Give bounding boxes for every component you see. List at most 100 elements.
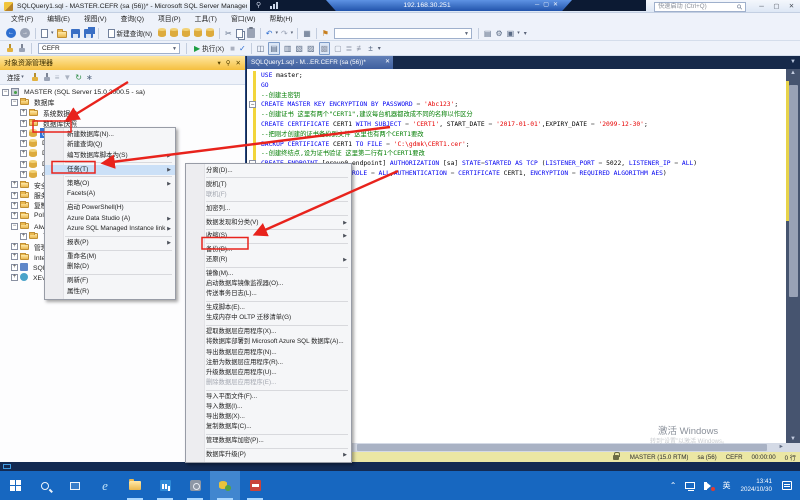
script-icon[interactable]: ∗ — [86, 72, 93, 83]
xmla-query-icon[interactable] — [206, 29, 214, 37]
tree-expander-icon[interactable]: − — [11, 99, 18, 106]
menu-item-新建数据库N[interactable]: 新建数据库(N)... — [45, 130, 175, 140]
tree-expander-icon[interactable]: + — [20, 233, 27, 240]
menu-F[interactable]: 文件(F) — [4, 13, 40, 26]
menu-T[interactable]: 工具(T) — [188, 13, 224, 26]
parse-icon[interactable]: ✓ — [239, 43, 246, 54]
menu-item-数据库升级P[interactable]: 数据库升级(P)▶ — [186, 450, 351, 460]
paste-icon[interactable] — [247, 28, 255, 38]
dropdown-caret-icon[interactable]: ▾ — [291, 30, 294, 36]
menu-item-启动PowerShellH[interactable]: 启动 PowerShell(H) — [45, 203, 175, 213]
menu-item-导入平面文件F[interactable]: 导入平面文件(F)... — [186, 392, 351, 402]
scroll-down-icon[interactable]: ▼ — [786, 436, 800, 442]
open-file-icon[interactable] — [57, 31, 67, 38]
toolbar-overflow-icon[interactable]: ▾ — [524, 30, 527, 37]
dropdown-caret-icon[interactable]: ▾ — [275, 30, 278, 36]
menu-item-加密列[interactable]: 加密列... — [186, 204, 351, 214]
toolbox-icon[interactable]: ▣ — [507, 28, 515, 39]
menu-item-提取数据层应用程序X[interactable]: 提取数据层应用程序(X)... — [186, 327, 351, 337]
tree-expander-icon[interactable]: + — [20, 120, 27, 127]
restore-button[interactable]: ▢ — [769, 1, 784, 12]
live-stats-icon[interactable]: ▢ — [334, 43, 342, 54]
menu-item-属性R[interactable]: 属性(R) — [45, 287, 175, 297]
app-tools-taskbar-button[interactable] — [180, 471, 210, 500]
ide-window-icon[interactable]: ▦ — [303, 28, 311, 39]
tree-expander-icon[interactable]: + — [11, 264, 18, 271]
close-button[interactable]: ✕ — [784, 1, 799, 12]
indent-icon[interactable]: ≣ — [346, 43, 353, 54]
auto-hide-pin-icon[interactable]: ⚲ — [226, 59, 231, 67]
menu-item-删除D[interactable]: 删除(D) — [45, 262, 175, 272]
tree-expander-icon[interactable]: + — [20, 161, 27, 168]
menu-item-收缩S[interactable]: 收缩(S)▶ — [186, 231, 351, 241]
copy-icon[interactable] — [236, 29, 243, 38]
menu-item-FacetsA[interactable]: Facets(A) — [45, 189, 175, 199]
menu-item-镜像M[interactable]: 镜像(M)... — [186, 269, 351, 279]
debug-flag-icon[interactable]: ⚑ — [322, 28, 329, 39]
taskbar-clock[interactable]: 13:41 2024/10/30 — [740, 478, 772, 493]
toolbar-overflow-icon[interactable]: ▾ — [378, 45, 381, 52]
menu-item-生成脚本E[interactable]: 生成脚本(E)... — [186, 303, 351, 313]
tree-item-系统数据库[interactable]: +系统数据库 — [0, 108, 245, 118]
menu-P[interactable]: 项目(P) — [151, 13, 188, 26]
network-icon[interactable] — [685, 482, 695, 489]
dropdown-caret-icon[interactable]: ▾ — [51, 30, 54, 36]
undo-icon[interactable]: ↶ — [266, 28, 273, 39]
menu-item-策略O[interactable]: 策略(O)▶ — [45, 179, 175, 189]
start-button[interactable] — [0, 471, 30, 500]
tab-close-icon[interactable]: ✕ — [385, 56, 390, 69]
outdent-icon[interactable]: ≢ — [356, 43, 364, 54]
oe-connect-icon[interactable] — [31, 73, 39, 82]
menu-item-备份B[interactable]: 备份(B)... — [186, 245, 351, 255]
code-fold-icon[interactable]: − — [249, 101, 256, 108]
cancel-query-icon[interactable]: ■ — [230, 43, 235, 54]
menu-item-注册为数据层应用程序R[interactable]: 注册为数据层应用程序(R)... — [186, 358, 351, 368]
tree-expander-icon[interactable]: + — [11, 253, 18, 260]
stop-icon[interactable]: ≡ — [55, 72, 60, 83]
action-center-icon[interactable] — [782, 481, 792, 490]
disconnect-icon[interactable] — [18, 44, 26, 53]
app-chart-taskbar-button[interactable] — [150, 471, 180, 500]
panel-close-icon[interactable]: ✕ — [236, 59, 241, 67]
menu-item-生成内存中OLTP迁移清单G[interactable]: 生成内存中 OLTP 迁移清单(G) — [186, 313, 351, 323]
mdx-query-icon[interactable] — [182, 29, 190, 37]
uncomment-icon[interactable]: ▨ — [307, 43, 315, 54]
vertical-scrollbar[interactable]: ▲ ▼ — [786, 69, 800, 443]
rdp-minimize-button[interactable]: ─ — [535, 1, 539, 10]
filter-icon[interactable]: ▼ — [63, 72, 71, 83]
execute-button[interactable]: ▶执行(X) — [190, 42, 228, 55]
file-explorer-taskbar-button[interactable] — [120, 471, 150, 500]
redo-icon[interactable]: ↷ — [281, 28, 288, 39]
volume-icon[interactable] — [704, 482, 713, 490]
menu-H[interactable]: 帮助(H) — [263, 13, 300, 26]
menu-item-刷新F[interactable]: 刷新(F) — [45, 276, 175, 286]
rdp-pin-icon[interactable]: ⚲ — [256, 1, 261, 10]
ie-taskbar-button[interactable]: e — [90, 471, 120, 500]
tree-item-MASTERSQLServer15020[interactable]: −MASTER (SQL Server 15.0.2000.5 - sa) — [0, 87, 245, 97]
solution-explorer-icon[interactable]: ▤ — [484, 28, 492, 39]
search-taskbar-button[interactable] — [30, 471, 60, 500]
connect-dropdown[interactable]: 连接▾ — [3, 71, 29, 84]
quick-launch-input[interactable]: 快速启动 (Ctrl+Q)⚲ — [654, 2, 746, 12]
tree-expander-icon[interactable]: + — [11, 202, 18, 209]
tree-expander-icon[interactable]: + — [20, 140, 27, 147]
menu-item-导出数据层应用程序N[interactable]: 导出数据层应用程序(N)... — [186, 348, 351, 358]
app-red-taskbar-button[interactable] — [240, 471, 270, 500]
menu-item-编写数据库脚本为S[interactable]: 编写数据库脚本为(S)▶ — [45, 151, 175, 161]
tree-expander-icon[interactable]: + — [11, 243, 18, 250]
oe-disconnect-icon[interactable] — [43, 73, 51, 82]
save-icon[interactable] — [71, 29, 80, 38]
available-databases-combo[interactable]: CEFR▼ — [38, 43, 180, 54]
new-file-icon[interactable] — [41, 29, 48, 38]
tree-expander-icon[interactable]: + — [11, 212, 18, 219]
menu-item-新建查询Q[interactable]: 新建查询(Q) — [45, 140, 175, 150]
menu-V[interactable]: 视图(V) — [77, 13, 114, 26]
cut-icon[interactable]: ✂ — [225, 28, 232, 39]
menu-item-导出数据X[interactable]: 导出数据(X)... — [186, 412, 351, 422]
results-to-text-icon[interactable]: ▤ — [268, 42, 280, 55]
menu-Q[interactable]: 查询(Q) — [114, 13, 151, 26]
tree-item-数据库[interactable]: −数据库 — [0, 97, 245, 107]
menu-item-重命名M[interactable]: 重命名(M) — [45, 252, 175, 262]
menu-item-脱机T[interactable]: 脱机(T) — [186, 180, 351, 190]
tree-expander-icon[interactable]: + — [20, 171, 27, 178]
